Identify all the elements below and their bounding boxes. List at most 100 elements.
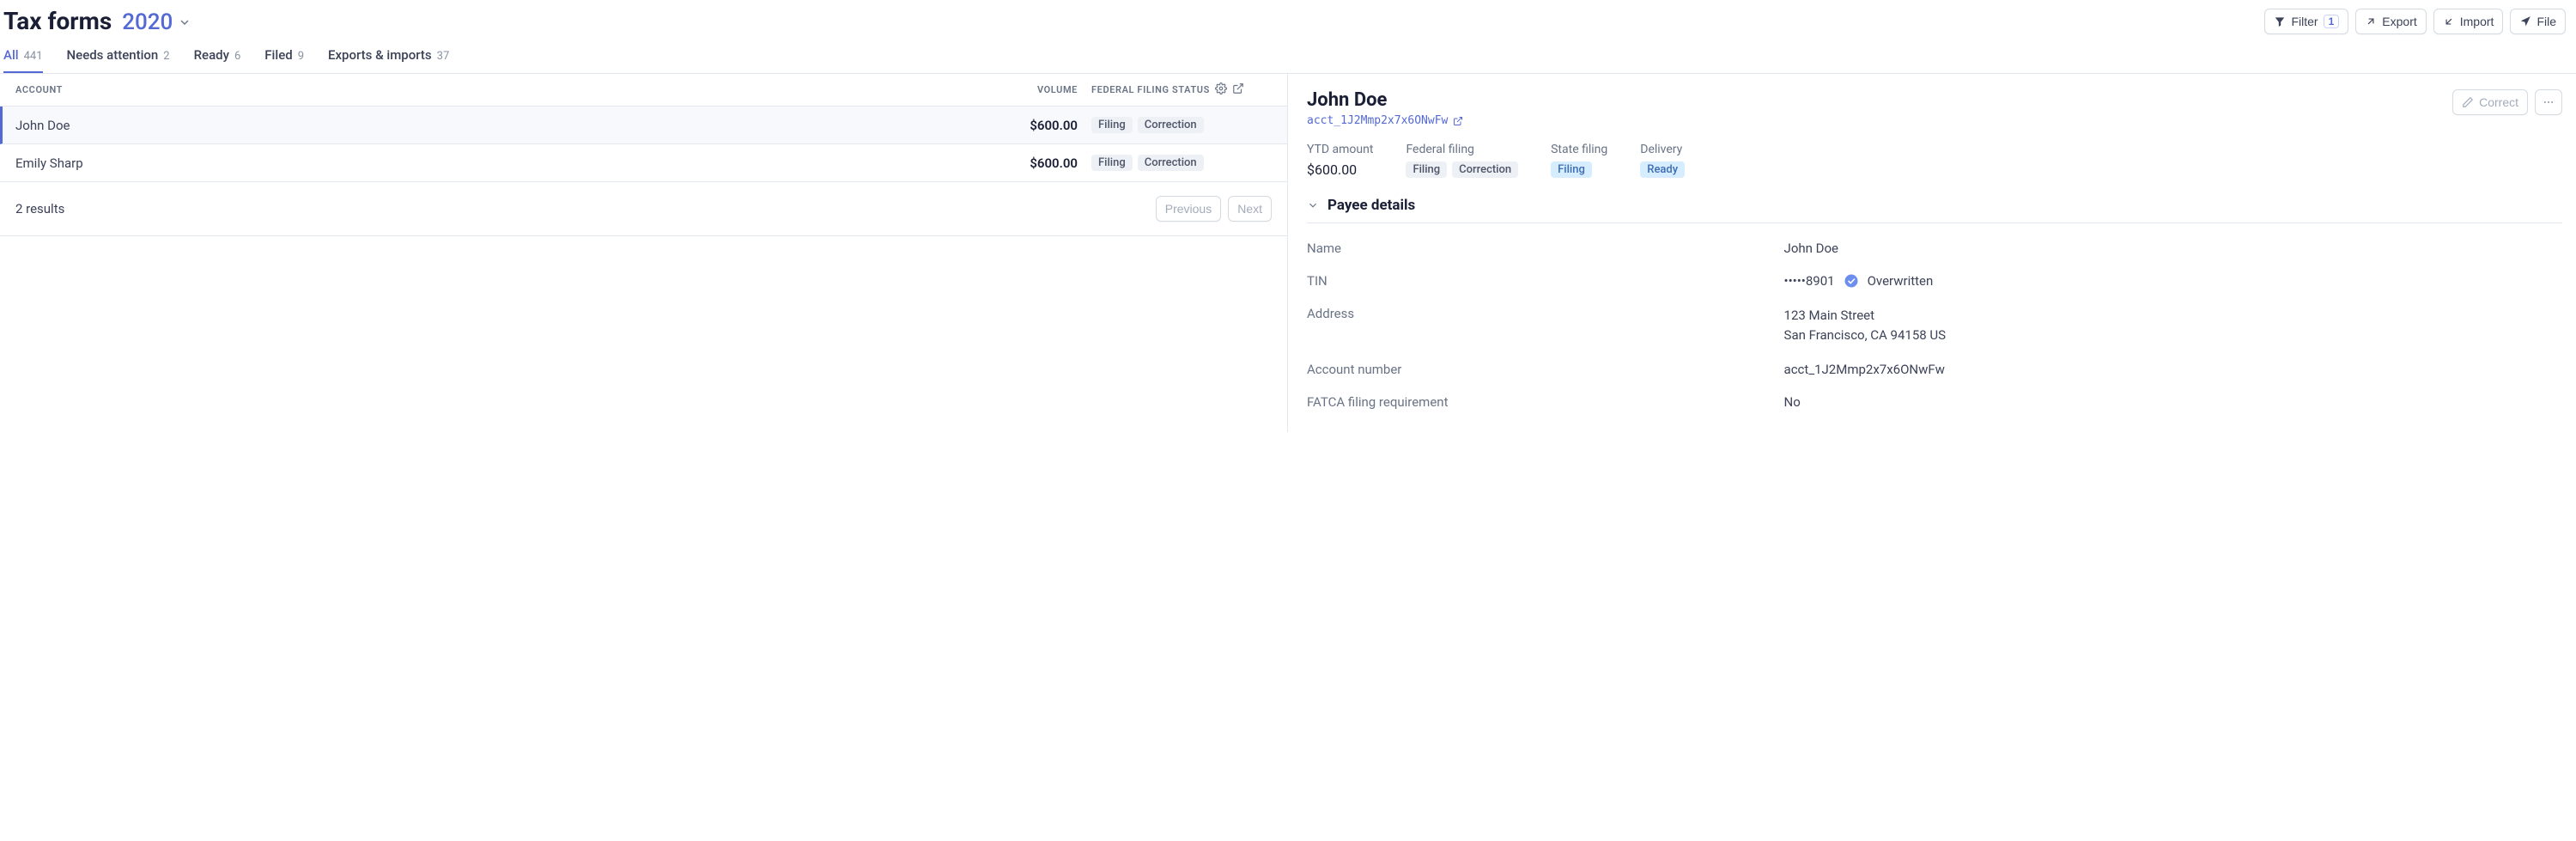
row-status: Filing Correction	[1091, 117, 1272, 133]
detail-pane: John Doe acct_1J2Mmp2x7x6ONwFw Correct	[1288, 74, 2576, 432]
correct-label: Correct	[2479, 95, 2518, 109]
tab-count: 37	[437, 50, 450, 63]
detail-account-id: acct_1J2Mmp2x7x6ONwFw	[1307, 114, 1448, 127]
arrow-down-left-icon	[2443, 15, 2455, 27]
import-label: Import	[2460, 15, 2494, 28]
header-actions: Filter 1 Export Import File	[2264, 9, 2566, 34]
status-badge: Ready	[1640, 161, 1685, 178]
table-row[interactable]: John Doe $600.00 Filing Correction	[0, 107, 1287, 144]
export-label: Export	[2382, 15, 2416, 28]
chevron-down-icon	[1307, 199, 1319, 211]
col-volume-header: Volume	[997, 84, 1091, 95]
kv-key: TIN	[1307, 273, 1784, 289]
row-volume: $600.00	[997, 155, 1091, 171]
tab-exports-imports[interactable]: Exports & imports 37	[328, 47, 449, 73]
col-account-header: Account	[15, 84, 997, 95]
next-button[interactable]: Next	[1228, 196, 1272, 222]
stat-value: $600.00	[1307, 161, 1373, 178]
kv-value: John Doe	[1784, 241, 2562, 256]
tab-all[interactable]: All 441	[3, 47, 43, 73]
payee-details-header[interactable]: Payee details	[1307, 197, 2562, 223]
kv-key: Address	[1307, 306, 1784, 344]
status-badge: Correction	[1138, 155, 1204, 171]
import-button[interactable]: Import	[2433, 9, 2504, 34]
tab-label: Needs attention	[67, 47, 159, 63]
check-circle-icon	[1844, 273, 1859, 289]
row-account-name: John Doe	[15, 118, 997, 133]
year-selector[interactable]: 2020	[122, 9, 191, 35]
tab-count: 2	[163, 50, 169, 63]
col-status-header: Federal filing status	[1091, 84, 1210, 95]
payee-account-number-row: Account number acct_1J2Mmp2x7x6ONwFw	[1307, 353, 2562, 386]
stat-federal-filing: Federal filing Filing Correction	[1406, 143, 1518, 178]
payee-tin-row: TIN •••••8901 Overwritten	[1307, 265, 2562, 297]
tab-label: Filed	[264, 47, 292, 63]
external-link-icon	[1453, 116, 1463, 126]
kv-key: FATCA filing requirement	[1307, 394, 1784, 410]
chevron-down-icon	[178, 15, 191, 29]
row-volume: $600.00	[997, 118, 1091, 133]
forms-table: Account Volume Federal filing status Joh…	[0, 74, 1288, 432]
table-row[interactable]: Emily Sharp $600.00 Filing Correction	[0, 144, 1287, 182]
pager: Previous Next	[1156, 196, 1272, 222]
payee-address-row: Address 123 Main Street San Francisco, C…	[1307, 297, 2562, 353]
stat-ytd: YTD amount $600.00	[1307, 143, 1373, 178]
stat-label: State filing	[1551, 143, 1607, 156]
year-value: 2020	[122, 9, 173, 35]
external-link-icon[interactable]	[1232, 82, 1244, 97]
stat-label: Delivery	[1640, 143, 1685, 156]
stat-delivery: Delivery Ready	[1640, 143, 1685, 178]
tab-count: 441	[24, 50, 43, 63]
settings-icon[interactable]	[1215, 82, 1227, 97]
tab-count: 6	[234, 50, 240, 63]
payee-name-row: Name John Doe	[1307, 232, 2562, 265]
more-horizontal-icon	[2543, 96, 2555, 108]
stat-label: YTD amount	[1307, 143, 1373, 156]
kv-value: 123 Main Street San Francisco, CA 94158 …	[1784, 306, 2562, 344]
status-badge: Filing	[1406, 161, 1447, 178]
more-button[interactable]	[2535, 89, 2562, 115]
tin-status: Overwritten	[1868, 273, 1934, 289]
status-badge: Filing	[1551, 161, 1592, 178]
status-badge: Correction	[1138, 117, 1204, 133]
tab-label: All	[3, 47, 19, 63]
stat-state-filing: State filing Filing	[1551, 143, 1607, 178]
send-icon	[2519, 15, 2531, 27]
kv-value: acct_1J2Mmp2x7x6ONwFw	[1784, 362, 2562, 377]
filter-button[interactable]: Filter 1	[2264, 9, 2348, 34]
file-button[interactable]: File	[2510, 9, 2566, 34]
status-badge: Filing	[1091, 117, 1133, 133]
address-line1: 123 Main Street	[1784, 306, 2562, 326]
detail-account-id-link[interactable]: acct_1J2Mmp2x7x6ONwFw	[1307, 114, 1463, 127]
tab-ready[interactable]: Ready 6	[194, 47, 241, 73]
status-badge: Filing	[1091, 155, 1133, 171]
tin-value: •••••8901	[1784, 273, 1835, 289]
tab-label: Ready	[194, 47, 229, 63]
status-badge: Correction	[1452, 161, 1518, 178]
detail-title: John Doe	[1307, 89, 1463, 111]
table-header: Account Volume Federal filing status	[0, 74, 1287, 107]
filter-icon	[2274, 15, 2286, 27]
pencil-icon	[2462, 96, 2474, 108]
tab-needs-attention[interactable]: Needs attention 2	[67, 47, 170, 73]
correct-button[interactable]: Correct	[2452, 89, 2528, 115]
kv-key: Name	[1307, 241, 1784, 256]
filter-label: Filter	[2291, 15, 2318, 28]
row-account-name: Emily Sharp	[15, 155, 997, 171]
kv-value: No	[1784, 394, 2562, 410]
stat-label: Federal filing	[1406, 143, 1518, 156]
page-title: Tax forms	[3, 7, 112, 35]
arrow-up-right-icon	[2365, 15, 2377, 27]
previous-button[interactable]: Previous	[1156, 196, 1221, 222]
payee-fatca-row: FATCA filing requirement No	[1307, 386, 2562, 418]
tab-label: Exports & imports	[328, 47, 432, 63]
file-label: File	[2537, 15, 2556, 28]
results-count: 2 results	[15, 201, 64, 216]
kv-key: Account number	[1307, 362, 1784, 377]
tab-count: 9	[298, 50, 304, 63]
section-title: Payee details	[1327, 197, 1415, 214]
filter-count: 1	[2324, 15, 2340, 28]
tab-filed[interactable]: Filed 9	[264, 47, 304, 73]
address-line2: San Francisco, CA 94158 US	[1784, 326, 2562, 345]
export-button[interactable]: Export	[2355, 9, 2426, 34]
